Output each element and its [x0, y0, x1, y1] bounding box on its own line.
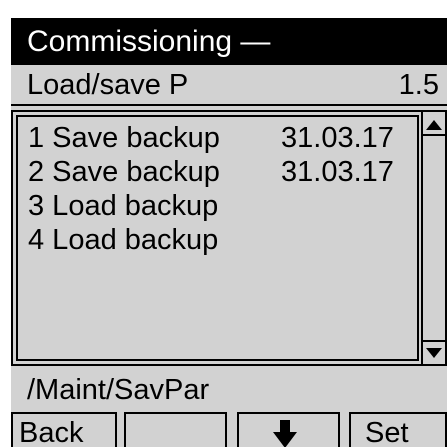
hmi-screen: Commissioning — Load/save P 1.5 1 Save b…	[11, 18, 447, 447]
parameter-name: Load/save P	[27, 69, 189, 101]
parameter-header: Load/save P 1.5	[11, 65, 447, 106]
arrow-down-icon	[273, 420, 297, 447]
back-softkey-label: Back	[19, 417, 84, 447]
scrollbar-bottom-divider	[423, 340, 445, 342]
menu-path: /Maint/SavPar	[27, 374, 210, 406]
set-softkey-label: Set	[365, 417, 409, 447]
list-item-label: 1 Save backup	[28, 122, 220, 154]
backup-list: 1 Save backup 31.03.17 2 Save backup 31.…	[11, 110, 447, 366]
list-item-date: 31.03.17	[281, 122, 394, 154]
scroll-down-icon[interactable]	[426, 348, 442, 358]
list-content: 1 Save backup 31.03.17 2 Save backup 31.…	[16, 115, 419, 361]
scroll-up-icon[interactable]	[426, 120, 442, 130]
list-item-date: 31.03.17	[281, 156, 394, 188]
list-item[interactable]: 1 Save backup 31.03.17	[28, 121, 418, 155]
down-softkey[interactable]	[237, 412, 340, 447]
list-item-label: 2 Save backup	[28, 156, 220, 188]
softkey-2[interactable]	[124, 412, 227, 447]
page-title: Commissioning —	[11, 18, 447, 65]
scrollbar-top-divider	[423, 134, 445, 136]
list-item-label: 3 Load backup	[28, 190, 219, 222]
list-scrollbar[interactable]	[421, 112, 445, 364]
list-item[interactable]: 3 Load backup	[28, 189, 418, 223]
list-item[interactable]: 4 Load backup	[28, 223, 418, 257]
list-item-label: 4 Load backup	[28, 224, 219, 256]
parameter-number: 1.5	[398, 69, 439, 101]
back-softkey[interactable]: Back	[11, 412, 117, 447]
list-item[interactable]: 2 Save backup 31.03.17	[28, 155, 418, 189]
set-softkey[interactable]: Set	[349, 412, 447, 447]
